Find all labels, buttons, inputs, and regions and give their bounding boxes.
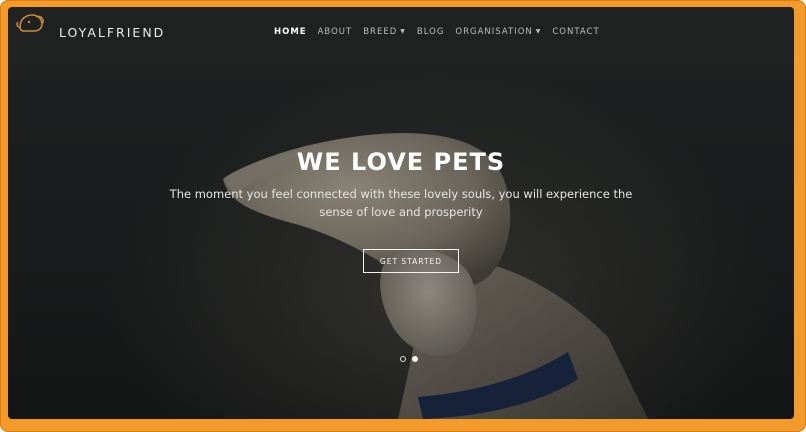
nav-item-contact[interactable]: CONTACT bbox=[552, 27, 599, 37]
dog-icon[interactable] bbox=[14, 9, 48, 37]
hero-subtitle: The moment you feel connected with these… bbox=[169, 187, 633, 219]
nav-item-home[interactable]: HOME bbox=[274, 27, 307, 37]
chevron-down-icon: ▼ bbox=[535, 28, 542, 35]
carousel-dot-1[interactable] bbox=[400, 356, 406, 362]
chevron-down-icon: ▼ bbox=[400, 28, 406, 35]
carousel-dot-2[interactable] bbox=[412, 356, 418, 362]
nav-item-organisation-label: ORGANISATION bbox=[455, 27, 533, 37]
nav-item-organisation[interactable]: ORGANISATION ▼ bbox=[455, 27, 541, 37]
brand-name[interactable]: LOYALFRIEND bbox=[59, 25, 165, 40]
get-started-button[interactable]: GET STARTED bbox=[363, 249, 459, 273]
hero-section: LOYALFRIEND HOME ABOUT BREED ▼ BLOG ORGAN… bbox=[8, 7, 794, 419]
hero-title: WE LOVE PETS bbox=[296, 148, 506, 176]
nav-item-blog[interactable]: BLOG bbox=[417, 27, 445, 37]
nav-item-breed-label: BREED bbox=[363, 27, 398, 37]
nav-item-about[interactable]: ABOUT bbox=[318, 27, 353, 37]
carousel-indicators bbox=[400, 356, 418, 362]
nav-item-breed[interactable]: BREED ▼ bbox=[363, 27, 406, 37]
main-nav: HOME ABOUT BREED ▼ BLOG ORGANISATION ▼ CON… bbox=[274, 27, 600, 37]
